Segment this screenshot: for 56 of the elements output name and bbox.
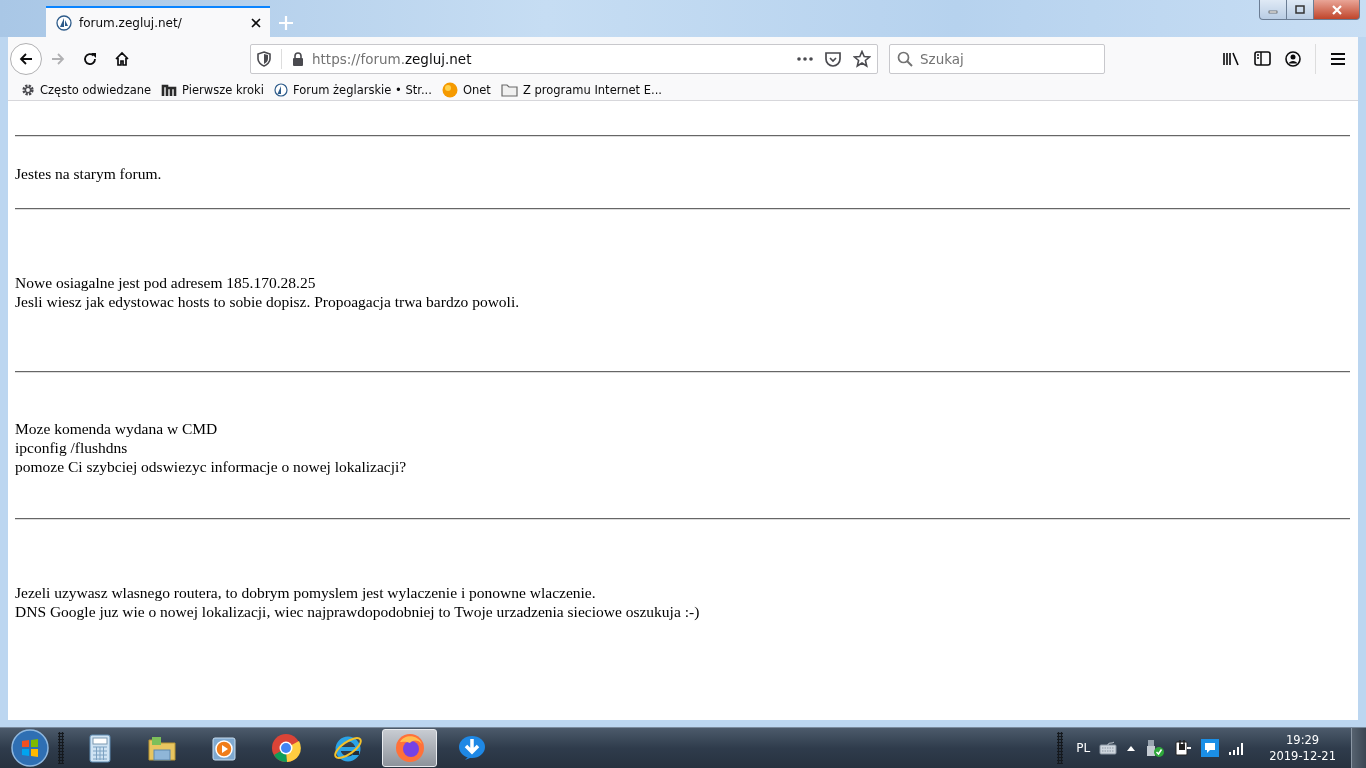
close-icon[interactable] [250, 16, 262, 29]
gear-icon [21, 83, 35, 97]
clock-time[interactable]: 19:29 [1286, 732, 1320, 748]
text-line: Jesli wiesz jak edystowac hosts to sobie dopisz. Propoagacja trwa bardzo powoli. [15, 292, 520, 311]
language-indicator[interactable]: PL [1076, 741, 1091, 755]
show-desktop-button[interactable] [1351, 728, 1366, 768]
back-arrow-icon [18, 50, 34, 67]
bookmark-item[interactable]: Pierwsze kroki [158, 83, 271, 97]
shield-icon[interactable] [257, 50, 271, 67]
more-dots-icon[interactable] [797, 56, 813, 61]
maximize-button[interactable] [1287, 0, 1314, 20]
pocket-icon[interactable] [825, 50, 841, 67]
browser-tab[interactable]: forum.zegluj.net/ [46, 6, 270, 37]
padlock-icon[interactable] [292, 51, 304, 66]
folder-icon [500, 83, 518, 97]
text-line: Nowe osiagalne jest pod adresem 185.170.28.25 [15, 273, 316, 292]
bookmark-item[interactable]: Z programu Internet E... [497, 83, 669, 97]
round-browser-icon [269, 732, 302, 764]
start-orb-icon[interactable] [10, 728, 50, 768]
minimize-button[interactable] [1259, 0, 1287, 20]
address-bar[interactable]: https://forum.zegluj.net [250, 43, 878, 74]
clock-date[interactable]: 2019-12-21 [1269, 748, 1336, 764]
up-caret-icon[interactable] [1126, 744, 1137, 752]
bookmark-item[interactable]: Często odwiedzane [18, 83, 159, 97]
reload-icon[interactable] [82, 50, 98, 67]
tab-title: forum.zegluj.net/ [79, 15, 183, 30]
close-button[interactable] [1314, 0, 1360, 20]
maximize-icon [1295, 5, 1305, 14]
site-favicon [273, 83, 288, 97]
search-icon [897, 50, 913, 67]
site-favicon [56, 14, 72, 31]
bookmark-item[interactable]: Forum żeglarskie • Str... [270, 83, 439, 97]
orb-icon [441, 82, 458, 98]
back-button[interactable] [10, 42, 42, 75]
url-text: https://forum.zegluj.net [312, 50, 473, 67]
keyboard-icon[interactable] [1099, 741, 1118, 755]
home-icon[interactable] [114, 50, 130, 67]
bookmark-item[interactable]: Onet [438, 82, 498, 98]
star-icon[interactable] [853, 49, 871, 68]
power-plug-icon[interactable] [1174, 739, 1193, 757]
library-icon[interactable] [1222, 50, 1240, 67]
m-letter-icon [161, 84, 178, 96]
usb-check-icon[interactable] [1145, 738, 1166, 758]
chat-bubble-icon[interactable] [1201, 739, 1220, 757]
search-field[interactable]: Szukaj [889, 43, 1105, 74]
text-line: pomoze Ci szybciej odswiezyc informacje o nowej lokalizacji? [15, 457, 407, 476]
text-line: Jezeli uzywasz wlasnego routera, to dobrym pomyslem jest wylaczenie i ponowne wlaczenie. [15, 583, 596, 602]
text-line: Jestes na starym forum. [15, 164, 162, 183]
sidebar-icon[interactable] [1254, 51, 1271, 66]
fox-globe-icon [393, 732, 426, 764]
text-line: ipconfig /flushdns [15, 438, 128, 457]
text-line: Moze komenda wydana w CMD [15, 419, 218, 438]
text-line: DNS Google juz wie o nowej lokalizacji, wiec najprawdopodobniej to Twoje urzadzenia sieciowe oszukuja :-) [15, 602, 700, 621]
menu-icon[interactable] [1330, 51, 1346, 66]
account-icon[interactable] [1285, 50, 1301, 67]
close-icon [1330, 4, 1343, 15]
